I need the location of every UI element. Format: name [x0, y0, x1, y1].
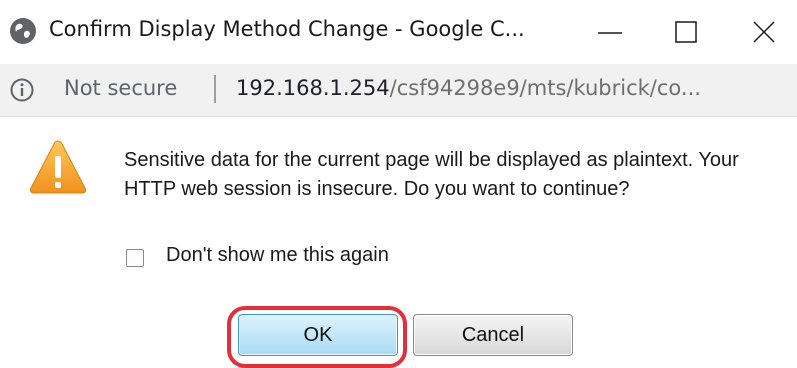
address-bar[interactable]: Not secure 192.168.1.254/csf94298e9/mts/… [0, 64, 797, 117]
url-host: 192.168.1.254 [236, 76, 390, 100]
cancel-button[interactable]: Cancel [413, 314, 573, 356]
window-title: Confirm Display Method Change - Google C… [49, 17, 525, 41]
minimize-button[interactable] [588, 14, 632, 50]
maximize-button[interactable] [664, 14, 708, 50]
dont-show-again-label[interactable]: Don't show me this again [166, 244, 389, 267]
maximize-icon [675, 21, 697, 43]
ok-button[interactable]: OK [238, 314, 398, 356]
url-text[interactable]: 192.168.1.254/csf94298e9/mts/kubrick/co.… [236, 76, 701, 100]
warning-icon [29, 140, 87, 194]
security-status[interactable]: Not secure [64, 76, 177, 100]
dialog-message: Sensitive data for the current page will… [124, 149, 739, 200]
divider [214, 75, 216, 103]
minimize-icon [598, 32, 622, 34]
globe-icon [10, 18, 36, 44]
close-icon [753, 21, 775, 43]
info-icon[interactable] [9, 77, 35, 103]
dont-show-again-checkbox[interactable] [126, 249, 144, 267]
title-bar: Confirm Display Method Change - Google C… [0, 0, 797, 64]
url-path: /csf94298e9/mts/kubrick/co... [389, 76, 701, 100]
close-button[interactable] [742, 14, 786, 50]
